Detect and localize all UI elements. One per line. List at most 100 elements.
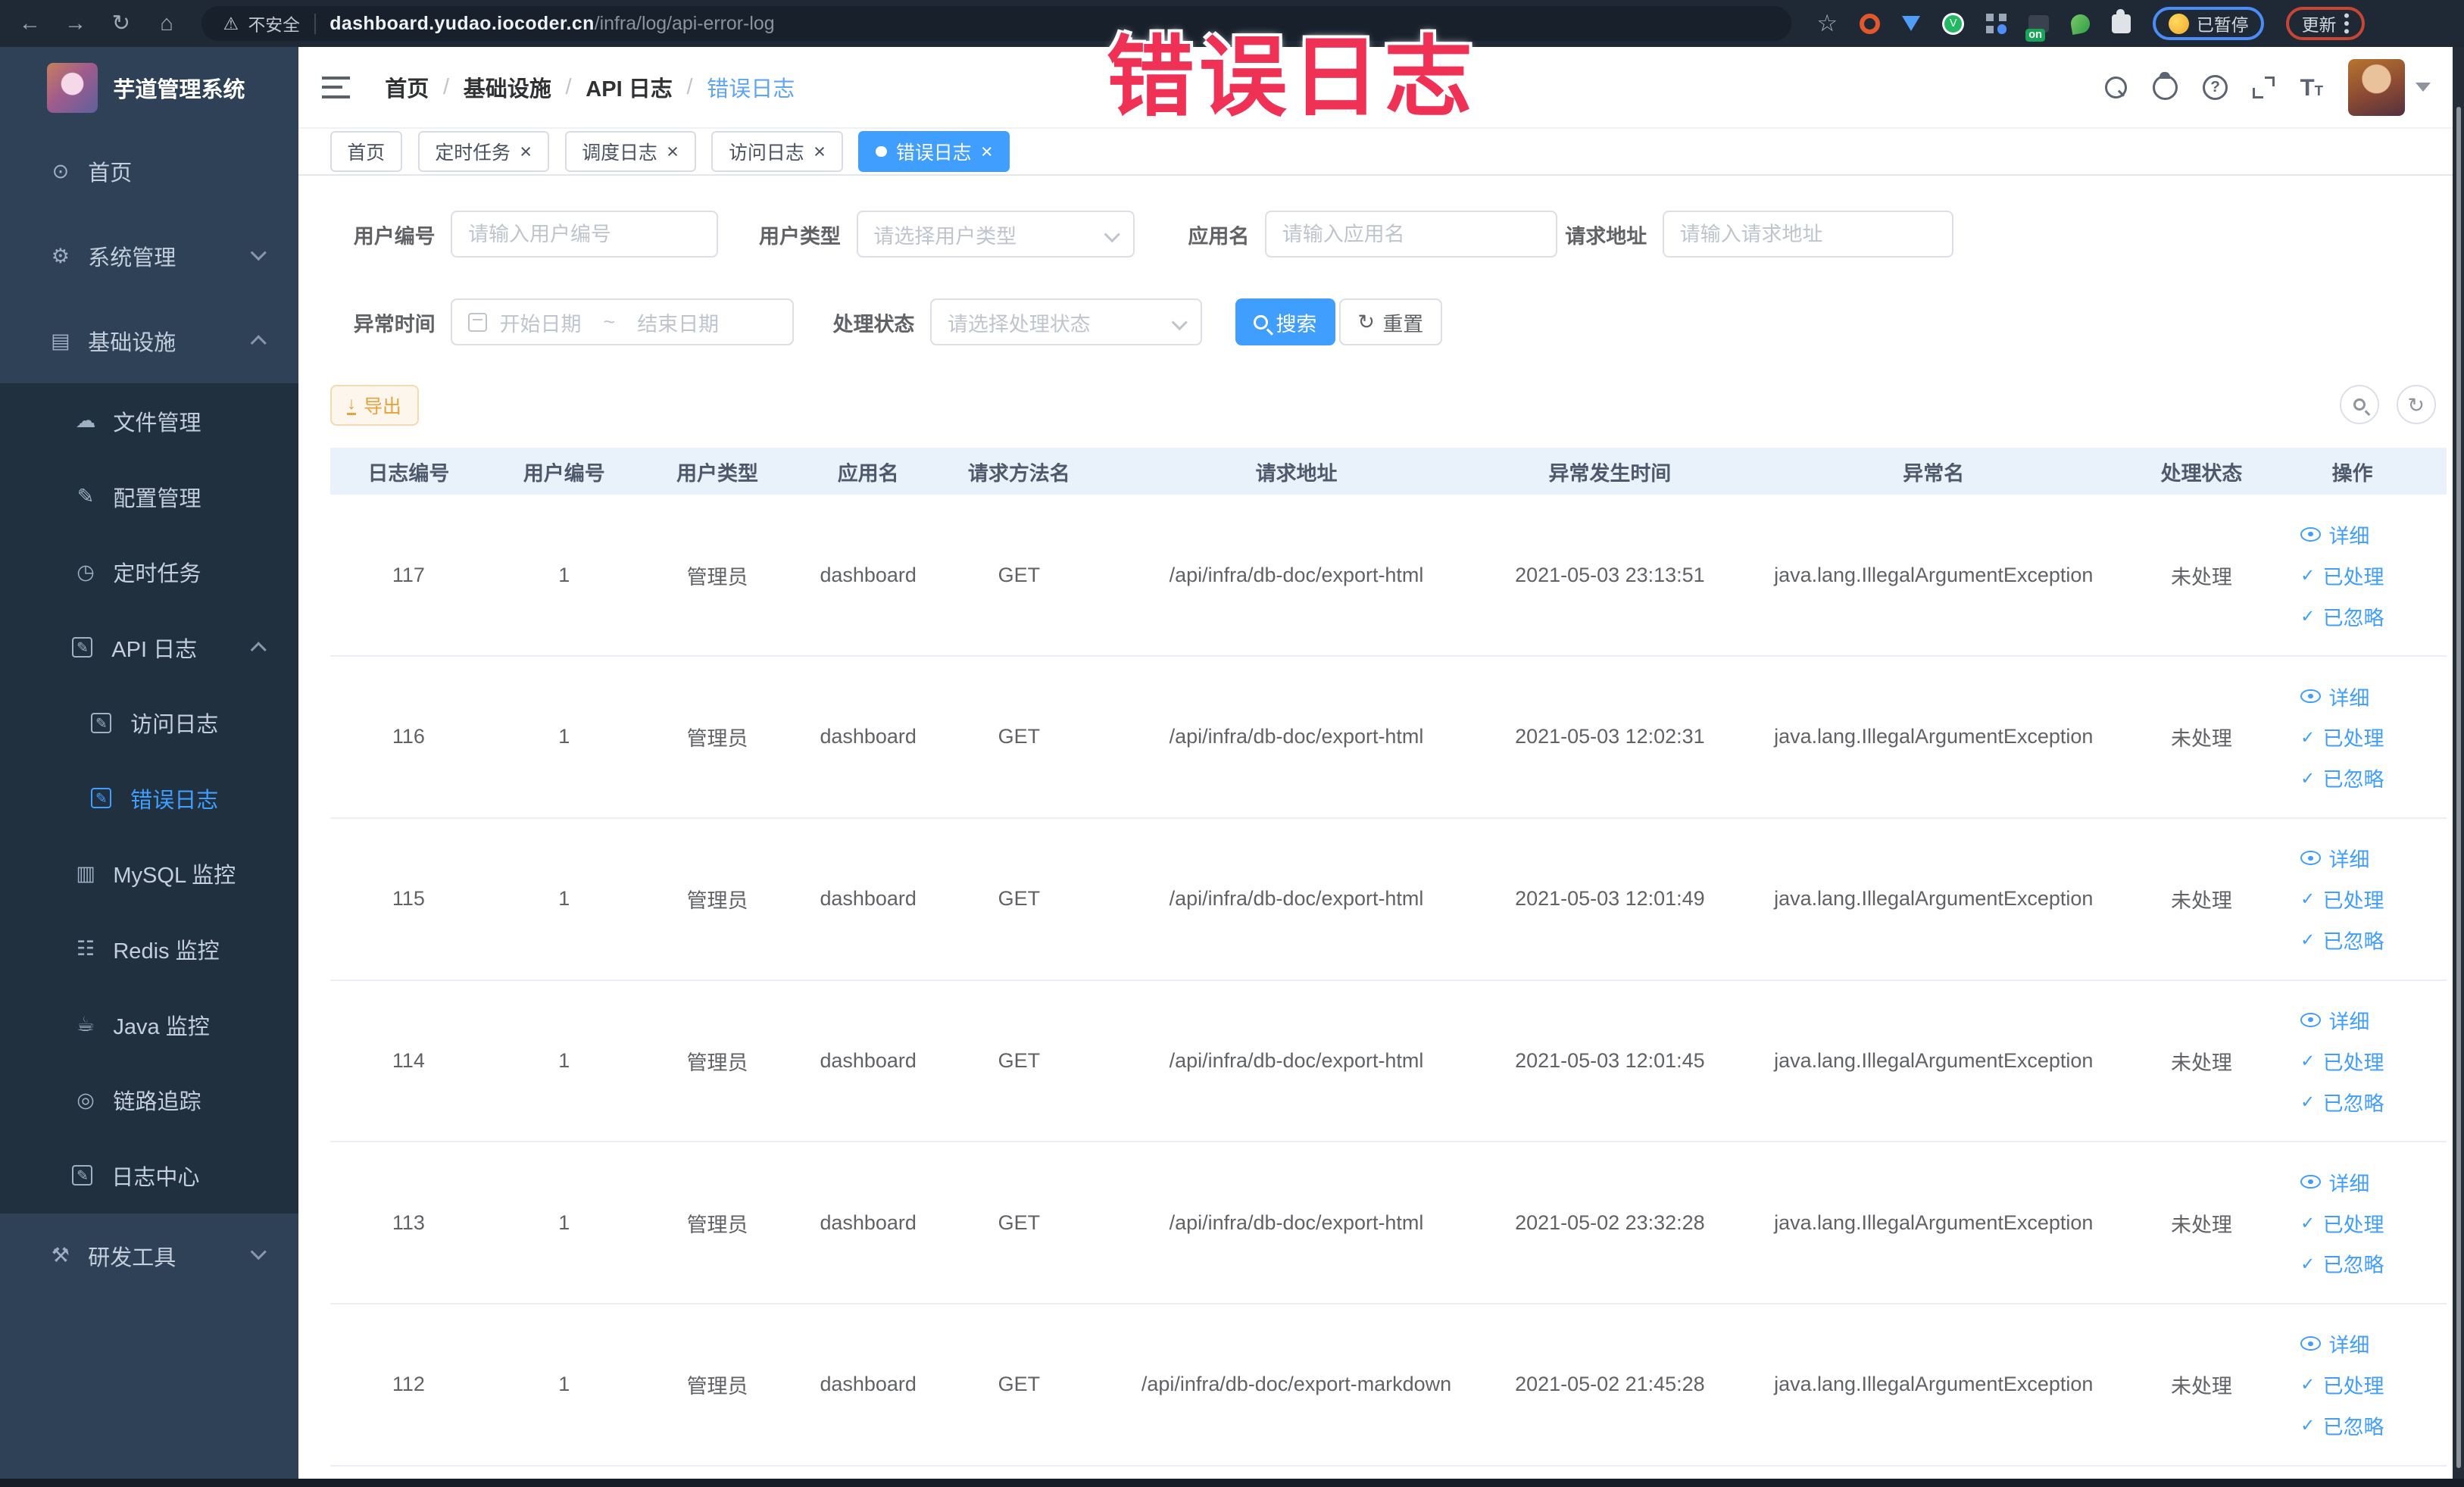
help-icon[interactable] — [2203, 74, 2228, 100]
extension-grid-icon[interactable] — [1986, 13, 2007, 34]
action-processed-link[interactable]: 已处理 — [2300, 1040, 2404, 1081]
refresh-table-button[interactable] — [2396, 385, 2436, 425]
bookmark-star-icon[interactable] — [1816, 10, 1838, 37]
browser-forward-icon[interactable] — [58, 0, 93, 47]
action-processed-link[interactable]: 已处理 — [2300, 879, 2404, 920]
close-icon[interactable]: × — [981, 141, 993, 162]
action-detail-link[interactable]: 详细 — [2300, 1323, 2404, 1364]
sidebar-item-13[interactable]: ✎ 日志中心 — [0, 1137, 299, 1214]
tab-0[interactable]: 首页 — [329, 131, 402, 173]
extension-on-icon[interactable]: on — [2025, 14, 2050, 42]
log-icon: ✎ — [72, 1165, 93, 1186]
breadcrumb-item-2[interactable]: API 日志 — [586, 71, 673, 103]
breadcrumb-item-1[interactable]: 基础设施 — [464, 71, 551, 103]
sidebar-logo-row[interactable]: 芋道管理系统 — [0, 47, 298, 129]
tab-1[interactable]: 定时任务 × — [417, 131, 549, 173]
process-status-select[interactable]: 请选择处理状态 — [930, 298, 1203, 346]
search-icon[interactable] — [2105, 76, 2128, 98]
action-ignored-link[interactable]: 已忽略 — [2300, 758, 2404, 798]
reset-button[interactable]: 重置 — [1338, 298, 1443, 346]
user-id-input[interactable] — [451, 210, 719, 258]
sidebar-item-6[interactable]: ✎ API 日志 — [0, 609, 299, 686]
action-detail-link[interactable]: 详细 — [2300, 514, 2404, 555]
toggle-search-button[interactable] — [2340, 385, 2379, 425]
browser-back-icon[interactable] — [13, 0, 48, 47]
sidebar-item-2[interactable]: ▤ 基础设施 — [0, 298, 298, 383]
breadcrumb-item-0[interactable]: 首页 — [385, 71, 429, 103]
cell-exception-time: 2021-05-03 12:02:31 — [1515, 725, 1705, 748]
action-detail-link[interactable]: 详细 — [2300, 838, 2404, 879]
extension-orange-icon[interactable] — [1860, 13, 1881, 34]
sidebar-item-label: 链路追踪 — [113, 1090, 201, 1115]
eye-icon — [2300, 851, 2322, 866]
address-bar[interactable]: 不安全 dashboard.yudao.iocoder.cn/infra/log… — [201, 6, 1792, 41]
sidebar-item-3[interactable]: ☁ 文件管理 — [0, 383, 299, 459]
sidebar-item-label: 访问日志 — [130, 713, 219, 738]
sidebar-item-8[interactable]: ✎ 错误日志 — [0, 761, 299, 836]
sidebar-item-4[interactable]: ✎ 配置管理 — [0, 458, 299, 535]
sidebar-item-1[interactable]: ⚙ 系统管理 — [0, 214, 298, 298]
browser-update-menu-button[interactable]: 更新 — [2286, 7, 2365, 40]
action-processed-link[interactable]: 已处理 — [2300, 1202, 2404, 1243]
action-ignored-link[interactable]: 已忽略 — [2300, 920, 2404, 961]
action-processed-link[interactable]: 已处理 — [2300, 555, 2404, 595]
end-date-placeholder: 结束日期 — [637, 312, 720, 336]
column-header-9: 操作 — [2331, 461, 2373, 485]
action-ignored-link[interactable]: 已忽略 — [2300, 1405, 2404, 1446]
sidebar-item-10[interactable]: ☷ Redis 监控 — [0, 911, 299, 987]
cell-status: 未处理 — [2170, 1051, 2232, 1074]
hamburger-icon[interactable] — [322, 76, 351, 98]
sidebar-item-9[interactable]: ▥ MySQL 监控 — [0, 836, 299, 912]
extensions-puzzle-icon[interactable] — [2112, 9, 2131, 33]
security-label[interactable]: 不安全 — [248, 11, 299, 36]
font-size-icon[interactable]: T — [2300, 76, 2323, 99]
close-icon[interactable]: × — [667, 141, 679, 162]
fullscreen-icon[interactable] — [2253, 76, 2275, 98]
action-detail-link[interactable]: 详细 — [2300, 999, 2404, 1040]
extension-blue-icon[interactable] — [1902, 16, 1921, 31]
cell-actions: 详细已处理已忽略 — [2258, 514, 2447, 636]
browser-reload-icon[interactable] — [104, 0, 139, 47]
sidebar-item-label: API 日志 — [111, 637, 198, 662]
user-type-select[interactable]: 请选择用户类型 — [856, 210, 1135, 258]
table-row: 116 1 管理员 dashboard GET/api/infra/db-doc/exp… — [329, 657, 2447, 819]
user-id-label: 用户编号 — [353, 224, 436, 248]
request-url-input[interactable] — [1662, 210, 1953, 258]
action-processed-link[interactable]: 已处理 — [2300, 717, 2404, 758]
sidebar-item-0[interactable]: ⊙ 首页 — [0, 129, 298, 214]
tab-3[interactable]: 访问日志 × — [711, 131, 843, 173]
action-detail-link[interactable]: 详细 — [2300, 1161, 2404, 1202]
select-placeholder: 请选择用户类型 — [873, 224, 1017, 248]
scrollbar[interactable] — [2453, 47, 2464, 1487]
user-menu[interactable] — [2348, 58, 2431, 116]
github-icon[interactable] — [2152, 72, 2178, 100]
action-ignored-link[interactable]: 已忽略 — [2300, 1243, 2404, 1284]
sidebar-item-12[interactable]: ◎ 链路追踪 — [0, 1062, 299, 1138]
tab-4[interactable]: 错误日志 × — [858, 131, 1010, 173]
action-detail-link[interactable]: 详细 — [2300, 676, 2404, 717]
paused-badge[interactable]: 已暂停 — [2153, 7, 2265, 40]
refresh-icon — [1357, 311, 1375, 334]
scrollbar-thumb[interactable] — [2456, 107, 2461, 1468]
export-button[interactable]: 导出 — [329, 385, 419, 426]
check-icon — [2300, 1255, 2315, 1273]
action-processed-link[interactable]: 已处理 — [2300, 1364, 2404, 1405]
sidebar-item-5[interactable]: ◷ 定时任务 — [0, 534, 299, 610]
sidebar-item-7[interactable]: ✎ 访问日志 — [0, 685, 299, 761]
sidebar-item-label: 配置管理 — [113, 486, 201, 511]
extension-sprout-icon[interactable] — [2069, 12, 2092, 35]
search-button[interactable]: 搜索 — [1235, 298, 1336, 346]
tab-2[interactable]: 调度日志 × — [564, 131, 696, 173]
action-ignored-link[interactable]: 已忽略 — [2300, 595, 2404, 636]
action-ignored-link[interactable]: 已忽略 — [2300, 1081, 2404, 1122]
date-range-picker[interactable]: 开始日期 ~ 结束日期 — [451, 298, 794, 346]
sidebar-item-11[interactable]: ☕ Java 监控 — [0, 986, 299, 1063]
extension-green-v-icon[interactable]: V — [1942, 12, 1965, 35]
table-row: 114 1 管理员 dashboard GET/api/infra/db-doc/exp… — [329, 981, 2447, 1143]
close-icon[interactable]: × — [814, 141, 826, 162]
sidebar-item-14[interactable]: ⚒ 研发工具 — [0, 1214, 298, 1298]
app-name-input[interactable] — [1265, 210, 1557, 258]
browser-home-icon[interactable] — [149, 0, 184, 47]
close-icon[interactable]: × — [520, 141, 532, 162]
download-icon — [347, 395, 356, 416]
